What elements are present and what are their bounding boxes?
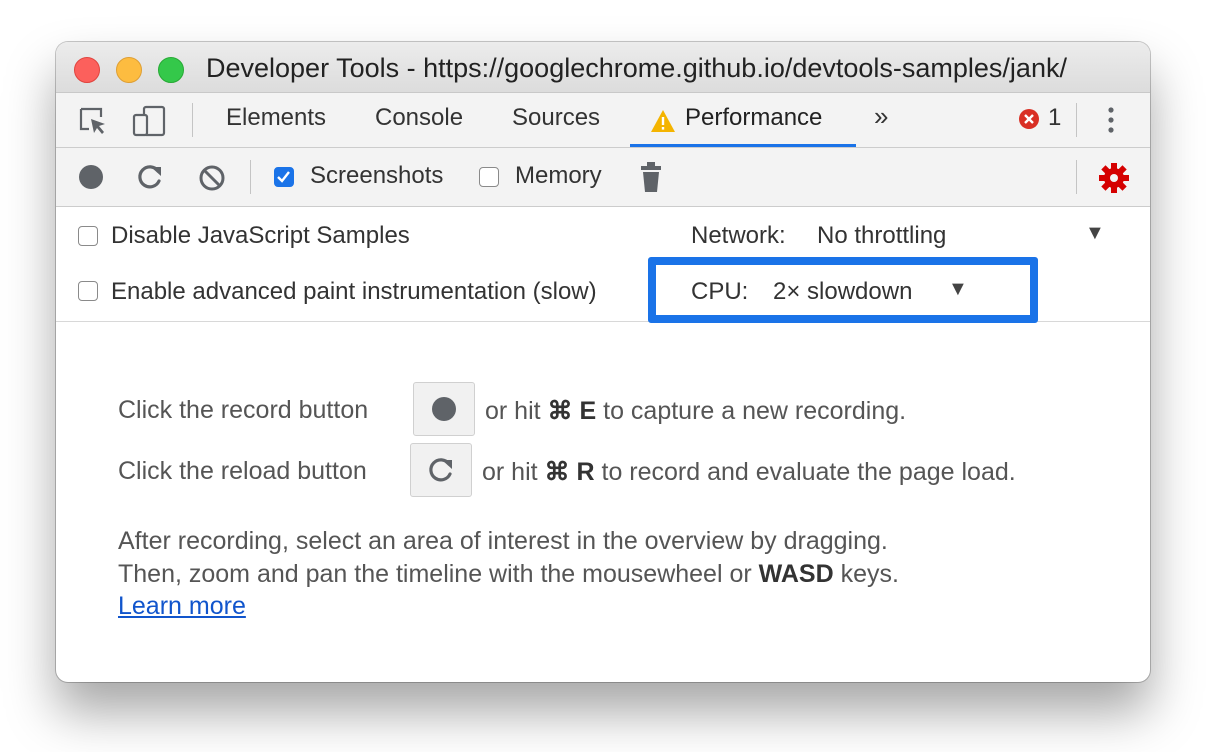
learn-more-container: Learn more	[118, 592, 246, 621]
close-window-button[interactable]	[74, 57, 100, 83]
active-tab-indicator	[630, 144, 856, 147]
record-instruction-prefix: Click the record button	[118, 396, 369, 424]
tab-separator	[192, 103, 193, 137]
device-toolbar-icon[interactable]	[132, 105, 166, 137]
after-recording-line-2: Then, zoom and pan the timeline with the…	[118, 560, 899, 589]
record-instruction-suffix: or hit ⌘ E to capture a new recording.	[485, 396, 906, 426]
reload-instruction-suffix: or hit ⌘ R to record and evaluate the pa…	[482, 457, 1016, 487]
clear-icon[interactable]	[198, 164, 226, 192]
record-shortcut: ⌘ E	[547, 397, 597, 425]
wasd-keys: WASD	[758, 560, 834, 588]
trash-icon[interactable]	[640, 161, 662, 193]
reload-or-hit-text: or hit	[482, 458, 538, 486]
reload-icon	[429, 458, 452, 482]
title-bar: Developer Tools - https://googlechrome.g…	[56, 42, 1150, 93]
network-dropdown-arrow-icon[interactable]: ▼	[1085, 222, 1105, 245]
network-throttling-select[interactable]: No throttling	[817, 222, 946, 250]
record-capture-text: to capture a new recording.	[603, 397, 907, 425]
reload-instruction-prefix: Click the reload button	[118, 457, 367, 485]
toolbar-separator	[1076, 160, 1077, 194]
memory-checkbox[interactable]	[479, 167, 499, 187]
window-title: Developer Tools - https://googlechrome.g…	[206, 53, 1067, 83]
reload-icon[interactable]	[136, 163, 164, 191]
screenshots-label[interactable]: Screenshots	[310, 162, 443, 190]
learn-more-link[interactable]: Learn more	[118, 592, 246, 620]
cpu-throttling-highlight	[648, 257, 1038, 323]
tab-performance[interactable]: Performance	[685, 104, 822, 132]
warning-icon	[651, 110, 675, 132]
memory-label[interactable]: Memory	[515, 162, 602, 190]
after-recording-line-1: After recording, select an area of inter…	[118, 527, 888, 555]
reload-evaluate-text: to record and evaluate the page load.	[601, 458, 1016, 486]
record-or-hit-text: or hit	[485, 397, 541, 425]
record-button[interactable]	[413, 382, 475, 436]
record-icon	[432, 397, 456, 421]
tab-separator	[1076, 103, 1077, 137]
disable-js-samples-checkbox[interactable]	[78, 226, 98, 246]
error-icon[interactable]	[1018, 108, 1040, 130]
zoom-pan-text: Then, zoom and pan the timeline with the…	[118, 560, 752, 588]
tab-elements[interactable]: Elements	[226, 104, 326, 132]
error-count[interactable]: 1	[1048, 104, 1061, 132]
reload-shortcut: ⌘ R	[544, 458, 595, 486]
performance-toolbar: Screenshots Memory	[56, 148, 1150, 207]
toolbar-separator	[250, 160, 251, 194]
more-tabs-button[interactable]: »	[874, 101, 888, 132]
tab-sources[interactable]: Sources	[512, 104, 600, 132]
keys-text: keys.	[840, 560, 899, 588]
more-options-icon[interactable]	[1106, 105, 1116, 135]
screenshots-checkbox[interactable]	[274, 167, 294, 187]
performance-landing-page: Click the record button or hit ⌘ E to ca…	[56, 322, 1150, 682]
panel-tab-bar: Elements Console Sources Performance » 1	[56, 93, 1150, 148]
advanced-paint-label[interactable]: Enable advanced paint instrumentation (s…	[111, 278, 597, 306]
disable-js-samples-label[interactable]: Disable JavaScript Samples	[111, 222, 410, 250]
inspect-element-icon[interactable]	[78, 106, 108, 136]
record-icon[interactable]	[78, 164, 104, 190]
reload-button[interactable]	[410, 443, 472, 497]
zoom-window-button[interactable]	[158, 57, 184, 83]
network-label: Network:	[691, 222, 786, 249]
devtools-window: Developer Tools - https://googlechrome.g…	[56, 42, 1150, 682]
settings-gear-icon[interactable]	[1098, 162, 1130, 194]
minimize-window-button[interactable]	[116, 57, 142, 83]
check-icon	[277, 171, 290, 183]
tab-console[interactable]: Console	[375, 104, 463, 132]
advanced-paint-checkbox[interactable]	[78, 281, 98, 301]
